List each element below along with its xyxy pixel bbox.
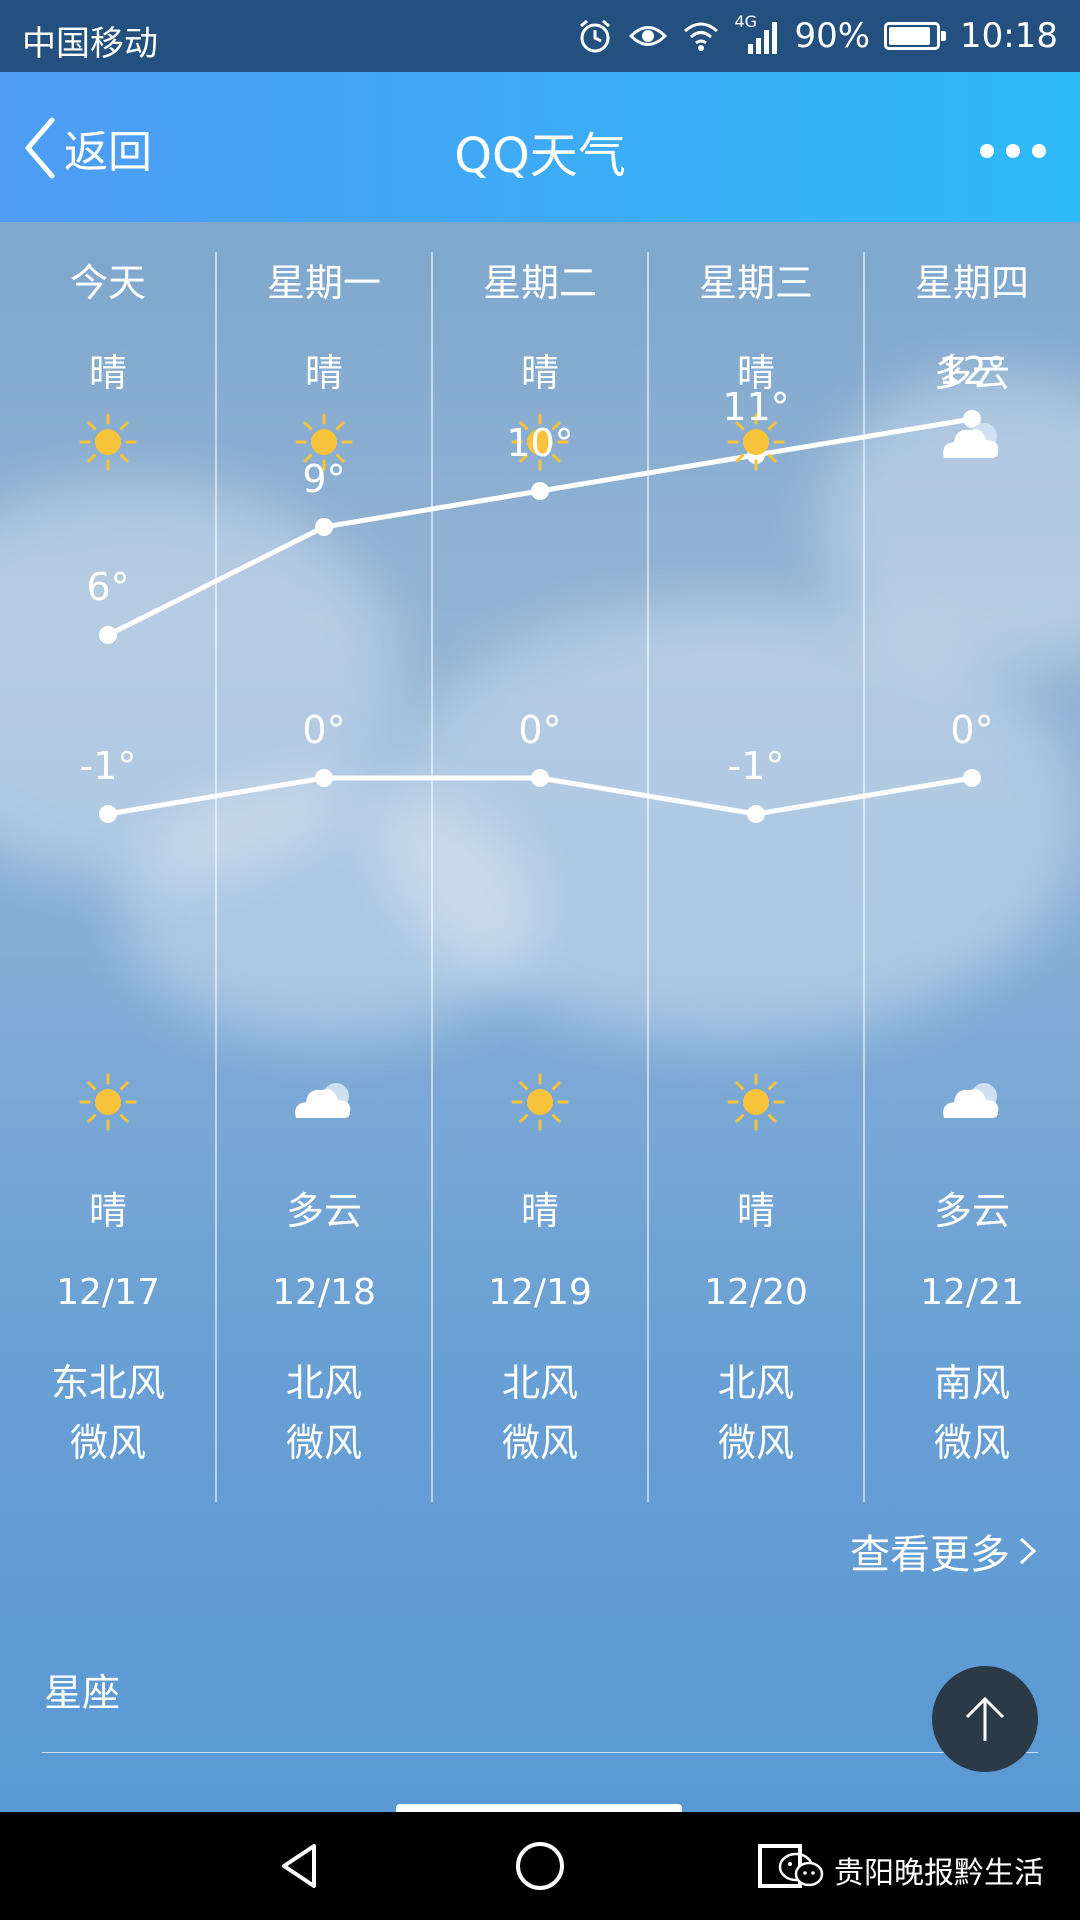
sun-icon [79, 1073, 137, 1131]
section-divider [42, 1752, 1038, 1753]
low-temp-point [531, 769, 549, 787]
wind-level: 微风 [285, 1421, 362, 1465]
nav-home-icon[interactable] [510, 1836, 570, 1896]
forecast-date: 12/20 [704, 1272, 808, 1313]
wind-direction: 北风 [501, 1361, 578, 1405]
day-condition: 晴 [520, 351, 559, 395]
nav-back-icon[interactable] [270, 1836, 330, 1896]
app-bar: 返回 QQ天气 [0, 72, 1080, 222]
wifi-icon [684, 22, 719, 51]
wind-level: 微风 [717, 1421, 794, 1465]
high-temp-label: 6° [86, 565, 130, 609]
day-condition: 晴 [88, 351, 127, 395]
wind-direction: 北风 [285, 1361, 362, 1405]
day-weather-icon [68, 412, 148, 472]
low-temp-point [99, 805, 117, 823]
eye-comfort-icon [629, 26, 668, 46]
wind-level: 微风 [501, 1421, 578, 1465]
chevron-right-icon [1019, 1537, 1037, 1565]
watermark-label: 贵阳晚报黔生活 [834, 1856, 1044, 1891]
wind-direction: 南风 [933, 1361, 1010, 1405]
view-more-link[interactable]: 查看更多 [850, 1522, 1040, 1580]
alarm-icon [580, 19, 611, 53]
high-temp-point [531, 482, 549, 500]
night-weather-icon [932, 1072, 1012, 1132]
night-condition: 晴 [88, 1189, 127, 1233]
view-more-label: 查看更多 [850, 1532, 1010, 1578]
high-temp-point [99, 626, 117, 644]
more-options-button[interactable] [980, 130, 1050, 170]
wind-level: 微风 [933, 1421, 1010, 1465]
sun-icon [79, 413, 137, 471]
day-condition: 晴 [304, 351, 343, 395]
low-temp-label: 0° [302, 708, 346, 752]
forecast-date: 12/17 [56, 1272, 160, 1313]
system-navigation-bar: 贵阳晚报黔生活 [0, 1812, 1080, 1920]
battery-icon [884, 22, 947, 50]
low-temp-point [963, 769, 981, 787]
high-temp-point [315, 518, 333, 536]
status-icons: 4G 90% 10:18 [576, 10, 1058, 62]
low-temp-label: 0° [518, 708, 562, 752]
low-temp-point [747, 805, 765, 823]
night-condition: 多云 [285, 1189, 362, 1233]
section-title-constellation: 星座 [44, 1671, 121, 1715]
high-temp-label: 9° [302, 457, 346, 501]
watermark: 贵阳晚报黔生活 [778, 1848, 1044, 1892]
forecast-day-label: 今天 [69, 261, 146, 305]
status-bar: 中国移动 4G 90% 10:18 [0, 0, 1080, 72]
forecast-date: 12/21 [920, 1272, 1024, 1313]
night-condition: 多云 [933, 1189, 1010, 1233]
low-temp-label: -1° [727, 744, 785, 788]
carrier-name: 中国移动 [22, 24, 158, 64]
wind-level: 微风 [69, 1421, 146, 1465]
night-weather-icon [500, 1072, 580, 1132]
forecast-date: 12/19 [488, 1272, 592, 1313]
high-temp-label: 10° [506, 421, 574, 465]
cloud-icon [943, 423, 999, 458]
night-weather-icon [284, 1072, 364, 1132]
night-condition: 晴 [736, 1189, 775, 1233]
cloud-icon [943, 1083, 999, 1118]
low-temp-label: -1° [79, 744, 137, 788]
wind-direction: 东北风 [50, 1361, 165, 1405]
wechat-icon [778, 1852, 824, 1887]
scroll-to-top-button[interactable] [932, 1666, 1038, 1772]
high-temp-label: 11° [722, 385, 790, 429]
forecast-day-label: 星期二 [482, 261, 597, 305]
night-condition: 晴 [520, 1189, 559, 1233]
forecast-date: 12/18 [272, 1272, 376, 1313]
arrow-up-icon [965, 1696, 1005, 1741]
night-weather-icon [716, 1072, 796, 1132]
clock: 10:18 [960, 16, 1058, 56]
forecast-day-label: 星期三 [698, 261, 813, 305]
sun-icon [727, 1073, 785, 1131]
sun-icon [511, 1073, 569, 1131]
forecast-day-label: 星期一 [266, 261, 381, 305]
night-weather-icon [68, 1072, 148, 1132]
drag-handle [396, 1804, 682, 1812]
low-temp-label: 0° [950, 708, 994, 752]
day-weather-icon [932, 412, 1012, 472]
wind-direction: 北风 [717, 1361, 794, 1405]
page-title: QQ天气 [454, 128, 626, 184]
high-temp-label: 12° [938, 349, 1006, 393]
battery-percent: 90% [794, 16, 871, 56]
low-temp-point [315, 769, 333, 787]
cloud-icon [295, 1083, 351, 1118]
weather-forecast-panel: 今天 晴 晴 12/17 东北风 微风 星期一 晴 多云 12/18 北风 微风… [0, 222, 1080, 1812]
signal-icon: 4G [734, 12, 780, 56]
forecast-day-label: 星期四 [914, 261, 1029, 305]
